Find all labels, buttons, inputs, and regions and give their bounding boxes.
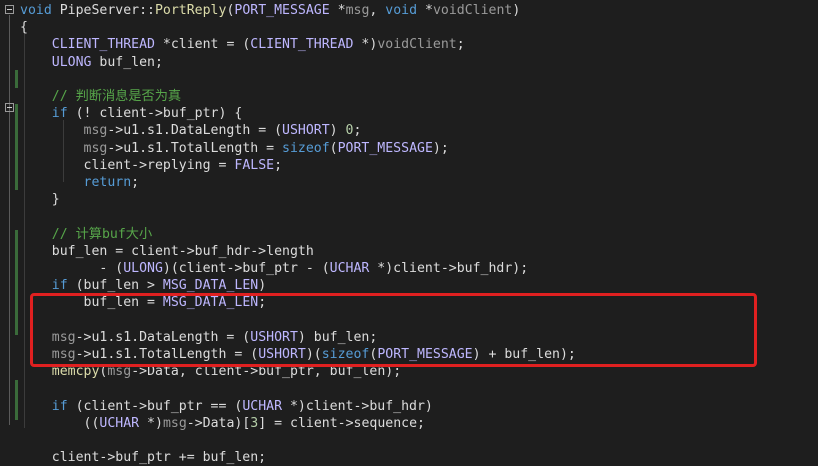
code-token: voidClient xyxy=(432,3,513,18)
code-line[interactable]: ULONG buf_len; xyxy=(20,54,163,71)
code-token: return xyxy=(20,175,132,190)
code-line[interactable]: - (ULONG)(client->buf_ptr - (UCHAR *)cli… xyxy=(20,260,528,277)
code-token: )(client->buf_ptr - ( xyxy=(162,261,330,276)
code-token: *)client->buf_hdr); xyxy=(369,261,529,276)
code-token: ULONG xyxy=(123,261,163,276)
code-token: void xyxy=(20,3,52,18)
code-token: } xyxy=(20,192,60,208)
code-line[interactable]: return; xyxy=(20,174,140,191)
code-token: buf_len = client->buf_hdr->length xyxy=(20,243,314,259)
change-marker xyxy=(15,230,18,335)
code-token: if xyxy=(20,106,68,122)
code-token: *) xyxy=(353,37,378,53)
code-token: if xyxy=(20,278,68,294)
code-token: FALSE xyxy=(234,157,275,173)
code-token: UCHAR xyxy=(242,398,283,414)
code-line[interactable]: void PipeServer::PortReply(PORT_MESSAGE … xyxy=(20,2,520,19)
code-token: ; xyxy=(353,123,362,139)
change-marker xyxy=(15,70,18,88)
code-token: ] = client->sequence; xyxy=(258,415,425,431)
code-token: PortReply xyxy=(154,3,227,18)
fold-toggle-function[interactable] xyxy=(5,5,14,14)
code-token: CLIENT_THREAD xyxy=(20,37,155,53)
code-token: voidClient xyxy=(377,37,457,53)
code-token: void xyxy=(385,3,418,18)
code-line[interactable]: buf_len = client->buf_hdr->length xyxy=(20,243,314,260)
code-token: ->u1.s1.DataLength = ( xyxy=(107,123,283,139)
code-token: - ( xyxy=(20,261,124,276)
code-token: UCHAR xyxy=(99,415,140,431)
code-line[interactable]: CLIENT_THREAD *client = (CLIENT_THREAD *… xyxy=(20,36,465,53)
code-token: ; xyxy=(274,157,283,173)
code-token: MSG_DATA_LEN xyxy=(162,278,259,294)
code-token: PipeServer:: xyxy=(51,3,155,18)
code-token: USHORT xyxy=(282,123,330,139)
code-token: sizeof xyxy=(282,140,330,156)
highlight-box xyxy=(30,293,757,367)
code-token: (! client->buf_ptr) { xyxy=(67,106,243,122)
code-token: ; xyxy=(131,175,140,190)
change-marker xyxy=(15,104,18,190)
code-token: msg xyxy=(20,140,108,156)
code-token: if xyxy=(20,398,68,414)
code-token: ULONG xyxy=(20,54,92,70)
fold-guide-function xyxy=(9,15,10,425)
code-line[interactable]: client->buf_ptr += buf_len; xyxy=(20,449,266,466)
code-token: buf_len; xyxy=(91,54,163,70)
code-line[interactable]: ((UCHAR *)msg->Data)[3] = client->sequen… xyxy=(20,415,425,432)
code-token: (client->buf_ptr == ( xyxy=(67,398,243,414)
code-token: CLIENT_THREAD xyxy=(250,37,354,53)
code-token: // 计算buf大小 xyxy=(20,226,153,242)
code-token: client->buf_ptr += buf_len; xyxy=(20,450,267,466)
editor-gutter xyxy=(0,0,20,435)
code-token: *)client->buf_hdr) xyxy=(282,398,433,414)
code-line[interactable]: msg->u1.s1.TotalLength = sizeof(PORT_MES… xyxy=(20,140,449,157)
code-line[interactable]: // 判断消息是否为真 xyxy=(20,88,181,105)
code-token: ; xyxy=(456,37,465,53)
code-token: ->Data)[ xyxy=(186,415,251,431)
code-token: 0 xyxy=(345,123,354,139)
code-token: *client = ( xyxy=(154,37,251,53)
code-line[interactable]: { xyxy=(20,19,28,36)
code-token: ) xyxy=(258,278,267,294)
code-token: * xyxy=(417,3,433,18)
code-line[interactable]: client->replying = FALSE; xyxy=(20,157,283,174)
code-line[interactable]: if (buf_len > MSG_DATA_LEN) xyxy=(20,277,266,294)
code-token: ) xyxy=(512,3,521,18)
code-token: ); xyxy=(432,140,449,156)
code-line[interactable]: // 计算buf大小 xyxy=(20,226,152,243)
code-token: , xyxy=(369,3,386,18)
code-token: UCHAR xyxy=(329,261,370,276)
code-token: (( xyxy=(20,415,100,431)
code-line[interactable]: } xyxy=(20,191,60,208)
code-token: msg xyxy=(20,123,108,139)
change-marker xyxy=(15,380,18,420)
code-token: ( xyxy=(329,140,338,156)
fold-toggle-if-block[interactable] xyxy=(5,103,14,112)
code-token: *) xyxy=(139,415,163,431)
code-line[interactable]: if (client->buf_ptr == (UCHAR *)client->… xyxy=(20,398,433,415)
code-line[interactable]: if (! client->buf_ptr) { xyxy=(20,105,243,122)
code-token: { xyxy=(20,20,28,36)
code-token: PORT_MESSAGE xyxy=(337,140,433,156)
code-token: PORT_MESSAGE xyxy=(234,3,330,18)
code-line[interactable]: msg->u1.s1.DataLength = (USHORT) 0; xyxy=(20,122,362,139)
code-token: client->replying = xyxy=(20,157,235,173)
code-token: ) xyxy=(329,123,346,139)
code-token: (buf_len > xyxy=(67,278,163,294)
code-token: // 判断消息是否为真 xyxy=(20,89,182,104)
code-token: ->u1.s1.TotalLength = xyxy=(107,140,283,156)
code-token: * xyxy=(329,3,346,18)
code-token: msg xyxy=(345,3,370,18)
code-token: msg xyxy=(162,415,187,431)
